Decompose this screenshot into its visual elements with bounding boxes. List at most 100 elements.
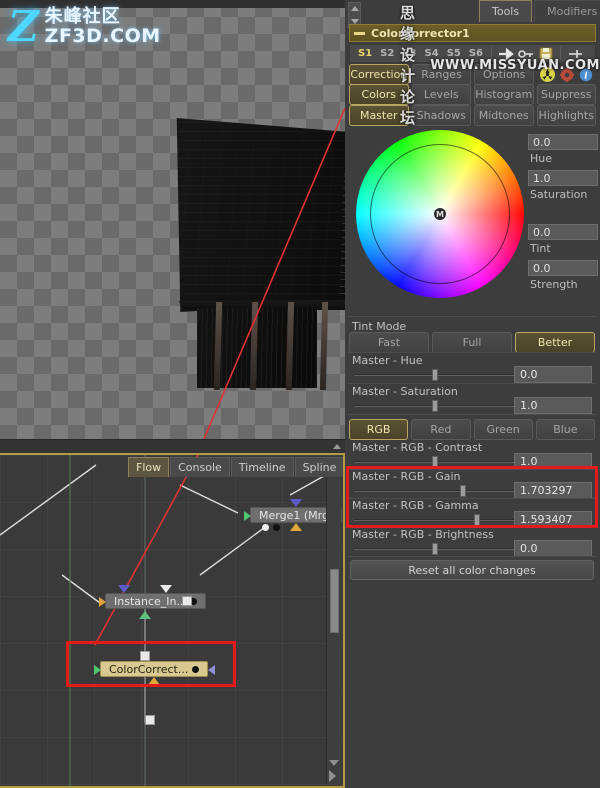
slider-value-field[interactable]: 1.0 <box>514 397 592 414</box>
hue-label: Hue <box>530 152 553 165</box>
strength-value-field[interactable]: 0.0 <box>528 260 598 276</box>
scrollbar-thumb[interactable] <box>330 569 339 633</box>
slider-master-hue: Master - Hue 0.0 <box>348 354 596 384</box>
flow-tab-timeline[interactable]: Timeline <box>230 457 294 477</box>
scroll-down-arrow-icon[interactable] <box>329 760 339 766</box>
reset-all-color-changes-button[interactable]: Reset all color changes <box>350 560 594 580</box>
slider-label: Master - Hue <box>352 354 423 367</box>
viewport-scroll-arrow-icon[interactable] <box>333 444 341 449</box>
tab-histogram[interactable]: Histogram <box>474 84 534 105</box>
pin-icon[interactable] <box>567 47 583 61</box>
node-instance-bottom-arrow-icon <box>139 611 151 619</box>
left-column: Flow Console Timeline Spline i Merge1 (M… <box>0 0 345 788</box>
tab-master[interactable]: Master <box>349 105 409 126</box>
tab-green[interactable]: Green <box>473 419 533 440</box>
flow-vertical-scrollbar[interactable] <box>326 457 341 784</box>
key-icon[interactable] <box>518 47 534 61</box>
saturation-value-field[interactable]: 1.0 <box>528 170 598 186</box>
tab-colors[interactable]: Colors <box>349 84 409 105</box>
node-instance-output-square[interactable] <box>182 596 192 606</box>
node-top-arrow-white-icon <box>160 585 172 593</box>
node-bottom-arrow-icon <box>290 523 303 531</box>
state-button-s3[interactable]: S3 <box>398 48 420 59</box>
tint-mode-better[interactable]: Better <box>515 332 595 353</box>
flow-tab-console[interactable]: Console <box>170 457 230 477</box>
node-top-arrow-icon <box>290 499 303 507</box>
flow-tab-flow[interactable]: Flow <box>128 457 170 477</box>
node-title: ColorCorrector1 <box>371 26 470 40</box>
save-icon[interactable] <box>538 47 554 61</box>
tint-value-field[interactable]: 0.0 <box>528 224 598 240</box>
node-label: Instance_In... <box>114 594 187 608</box>
tint-mode-row: Fast Full Better <box>349 332 595 353</box>
flow-tab-bar: Flow Console Timeline Spline i <box>128 457 343 477</box>
state-button-s5[interactable]: S5 <box>443 48 465 59</box>
divider <box>348 316 596 317</box>
slider-label: Master - RGB - Brightness <box>352 528 494 541</box>
tab-shadows[interactable]: Shadows <box>411 105 471 126</box>
divider <box>348 414 596 415</box>
strength-label: Strength <box>530 278 578 291</box>
tab-rgb[interactable]: RGB <box>349 419 409 440</box>
tab-blue[interactable]: Blue <box>535 419 595 440</box>
divider <box>348 556 596 557</box>
info-icon[interactable]: i <box>578 67 593 82</box>
resize-corner-icon[interactable] <box>329 770 336 782</box>
model-tower-body <box>176 118 345 312</box>
model-column <box>319 302 329 390</box>
spinner-up-icon[interactable] <box>351 6 359 11</box>
node-loader-top-handle[interactable] <box>145 715 155 725</box>
header-icon-group: i <box>537 64 596 85</box>
flow-canvas[interactable]: Flow Console Timeline Spline i Merge1 (M… <box>0 455 343 786</box>
tab-midtones[interactable]: Midtones <box>474 105 534 126</box>
color-wheel-control[interactable]: M <box>356 130 524 308</box>
slider-value-field[interactable]: 0.0 <box>514 366 592 383</box>
slider-value-field[interactable]: 0.0 <box>514 540 592 557</box>
fusion-application-window: Flow Console Timeline Spline i Merge1 (M… <box>0 0 600 788</box>
slider-label: Master - Saturation <box>352 385 458 398</box>
slider-rgb-brightness: Master - RGB - Brightness 0.0 <box>348 528 596 558</box>
radioactive-icon[interactable] <box>540 67 556 82</box>
tab-options[interactable]: Options <box>474 64 535 85</box>
slider-master-saturation: Master - Saturation 1.0 <box>348 385 596 415</box>
tint-label: Tint <box>530 242 551 255</box>
image-viewport[interactable] <box>0 0 345 453</box>
annotation-rect-gain-gamma <box>346 466 598 528</box>
tint-mode-fast[interactable]: Fast <box>349 332 429 353</box>
panel-top-tabs: Tools Modifiers <box>479 0 600 22</box>
toolbar-separator <box>560 47 562 60</box>
node-merge1-status-dots <box>262 524 280 531</box>
tab-suppress[interactable]: Suppress <box>536 84 596 105</box>
3d-building-model <box>175 112 345 390</box>
collapse-icon[interactable] <box>354 31 365 35</box>
tab-highlights[interactable]: Highlights <box>536 105 596 126</box>
annotation-rect-colorcorrect <box>66 641 236 687</box>
tab-modifiers[interactable]: Modifiers <box>534 0 600 22</box>
node-input-triangle-icon <box>99 597 106 607</box>
state-toolbar: S1 S2 S3 S4 S5 S6 <box>349 44 596 63</box>
tab-correction[interactable]: Correction <box>349 64 409 85</box>
tab-tools[interactable]: Tools <box>479 0 533 22</box>
colors-tab-row: Colors Levels Histogram Suppress <box>349 84 596 105</box>
state-button-s6[interactable]: S6 <box>465 48 487 59</box>
flow-panel: Flow Console Timeline Spline i Merge1 (M… <box>0 453 345 788</box>
tab-ranges[interactable]: Ranges <box>411 64 472 85</box>
state-button-s2[interactable]: S2 <box>376 48 398 59</box>
divider <box>348 352 596 353</box>
node-title-bar[interactable]: ColorCorrector1 <box>349 24 596 42</box>
flow-tab-spline[interactable]: Spline <box>294 457 343 477</box>
color-wheel-center-marker[interactable]: M <box>434 208 446 220</box>
toolbar-separator <box>491 47 493 60</box>
slider-thumb[interactable] <box>432 369 438 381</box>
state-button-s4[interactable]: S4 <box>421 48 443 59</box>
slider-thumb[interactable] <box>432 400 438 412</box>
state-button-s1[interactable]: S1 <box>354 48 376 59</box>
tint-mode-full[interactable]: Full <box>432 332 512 353</box>
gear-icon[interactable] <box>559 67 574 82</box>
arrow-right-icon[interactable] <box>498 47 514 61</box>
node-label: Merge1 (Mrg) <box>259 508 334 522</box>
hue-value-field[interactable]: 0.0 <box>528 134 598 150</box>
slider-thumb[interactable] <box>432 543 438 555</box>
tab-levels[interactable]: Levels <box>411 84 471 105</box>
tab-red[interactable]: Red <box>411 419 471 440</box>
